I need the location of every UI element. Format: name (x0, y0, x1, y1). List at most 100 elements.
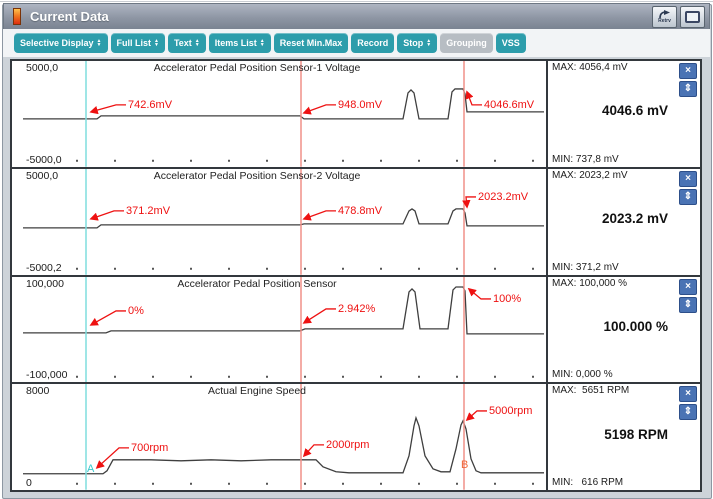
reorder-chart-button[interactable]: ⇕ (679, 81, 697, 97)
reorder-chart-button[interactable]: ⇕ (679, 189, 697, 205)
max-value-label: MAX: 5651 RPM (552, 385, 629, 396)
axis-tick (190, 375, 192, 377)
toolbar-button-full-list[interactable]: Full List▲▼ (111, 33, 165, 53)
close-chart-button[interactable]: × (679, 171, 697, 187)
axis-tick (190, 483, 192, 485)
axis-tick (266, 160, 268, 162)
toolbar-button-label: VSS (502, 38, 520, 48)
toolbar-button-grouping[interactable]: Grouping (440, 33, 493, 53)
axis-tick (532, 160, 534, 162)
annotation-label: 100% (493, 293, 521, 305)
axis-tick (494, 160, 496, 162)
axis-tick (228, 268, 230, 270)
toolbar-button-selective-display[interactable]: Selective Display▲▼ (14, 33, 108, 53)
close-chart-button[interactable]: × (679, 279, 697, 295)
annotation-label: 2023.2mV (478, 191, 528, 203)
axis-tick (304, 375, 306, 377)
chart-plot[interactable]: AB 8000 Actual Engine Speed 0 700rpm2000… (23, 384, 546, 490)
axis-tick (266, 268, 268, 270)
cursor-marker-label: A (87, 463, 95, 475)
annotation-arrow (467, 411, 487, 420)
current-value: 2023.2 mV (548, 211, 668, 226)
toolbar-button-label: Selective Display (20, 38, 94, 48)
annotation-arrow (304, 105, 336, 113)
toolbar-button-label: Record (357, 38, 388, 48)
axis-tick (152, 268, 154, 270)
annotation-label: 0% (128, 305, 144, 317)
toolbar-button-items-list[interactable]: Items List▲▼ (209, 33, 271, 53)
min-value-label: MIN: 616 RPM (552, 477, 623, 488)
chart-plot[interactable]: 100,000 Accelerator Pedal Position Senso… (23, 277, 546, 383)
axis-tick (342, 268, 344, 270)
chart-canvas (23, 169, 546, 275)
axis-tick (532, 483, 534, 485)
axis-tick (190, 268, 192, 270)
retrieve-button[interactable]: Retrv (652, 6, 677, 28)
chart-canvas: AB (23, 384, 546, 490)
axis-tick (494, 268, 496, 270)
toolbar-button-label: Items List (215, 38, 257, 48)
annotation-arrow (466, 197, 476, 207)
axis-tick (152, 375, 154, 377)
axis-tick (456, 483, 458, 485)
y-min-label: -100,000 (26, 369, 67, 381)
chart-title: Actual Engine Speed (23, 385, 546, 397)
current-value: 5198 RPM (548, 427, 668, 442)
annotation-label: 2.942% (338, 303, 375, 315)
cursor-marker-label: B (461, 459, 468, 471)
close-chart-button[interactable]: × (679, 63, 697, 79)
axis-tick (494, 483, 496, 485)
axis-tick (342, 375, 344, 377)
axis-tick (456, 160, 458, 162)
annotation-arrow (304, 308, 336, 322)
close-chart-button[interactable]: × (679, 386, 697, 402)
chart-info-panel: MAX: 4056,4 mV 4046.6 mV MIN: 737,8 mV ×… (546, 61, 700, 167)
axis-tick (304, 268, 306, 270)
y-min-label: -5000,2 (26, 262, 62, 274)
axis-tick (76, 375, 78, 377)
max-value-label: MAX: 2023,2 mV (552, 170, 628, 181)
chart-plot[interactable]: 5000,0 Accelerator Pedal Position Sensor… (23, 169, 546, 275)
axis-tick (76, 160, 78, 162)
reorder-chart-button[interactable]: ⇕ (679, 297, 697, 313)
chart-info-panel: MAX: 5651 RPM 5198 RPM MIN: 616 RPM × ⇕ (546, 384, 700, 490)
toolbar-button-text[interactable]: Text▲▼ (168, 33, 206, 53)
axis-tick (76, 483, 78, 485)
updown-arrows-icon: ▲▼ (426, 39, 431, 48)
axis-tick (152, 483, 154, 485)
annotation-arrow (91, 105, 126, 112)
annotation-label: 948.0mV (338, 99, 382, 111)
y-min-label: -5000,0 (26, 154, 62, 166)
toolbar-button-stop[interactable]: Stop▲▼ (397, 33, 437, 53)
axis-tick (228, 160, 230, 162)
annotation-label: 700rpm (131, 442, 168, 454)
axis-tick (304, 160, 306, 162)
restore-icon (685, 11, 700, 23)
annotation-label: 2000rpm (326, 439, 369, 451)
toolbar-button-record[interactable]: Record (351, 33, 394, 53)
chart-info-panel: MAX: 2023,2 mV 2023.2 mV MIN: 371,2 mV ×… (546, 169, 700, 275)
restore-window-button[interactable] (680, 6, 705, 28)
chart-plot[interactable]: 5000,0 Accelerator Pedal Position Sensor… (23, 61, 546, 167)
chart-title: Accelerator Pedal Position Sensor (23, 278, 546, 290)
axis-tick (532, 268, 534, 270)
annotation-arrow (469, 288, 491, 298)
toolbar-button-reset-min-max[interactable]: Reset Min.Max (274, 33, 349, 53)
axis-tick (114, 375, 116, 377)
axis-tick (380, 268, 382, 270)
toolbar-button-label: Full List (117, 38, 152, 48)
toolbar-button-vss[interactable]: VSS (496, 33, 526, 53)
reorder-chart-button[interactable]: ⇕ (679, 404, 697, 420)
axis-tick (494, 375, 496, 377)
axis-tick (114, 483, 116, 485)
annotation-label: 371.2mV (126, 205, 170, 217)
axis-tick (418, 268, 420, 270)
chart-row-engine-speed: AB 8000 Actual Engine Speed 0 700rpm2000… (12, 384, 700, 490)
current-value: 100.000 % (548, 319, 668, 334)
axis-tick (266, 483, 268, 485)
min-value-label: MIN: 0,000 % (552, 369, 613, 380)
updown-arrows-icon: ▲▼ (97, 39, 102, 48)
retrieve-button-label: Retrv (658, 19, 671, 24)
max-value-label: MAX: 4056,4 mV (552, 62, 628, 73)
window-title: Current Data (30, 9, 109, 24)
